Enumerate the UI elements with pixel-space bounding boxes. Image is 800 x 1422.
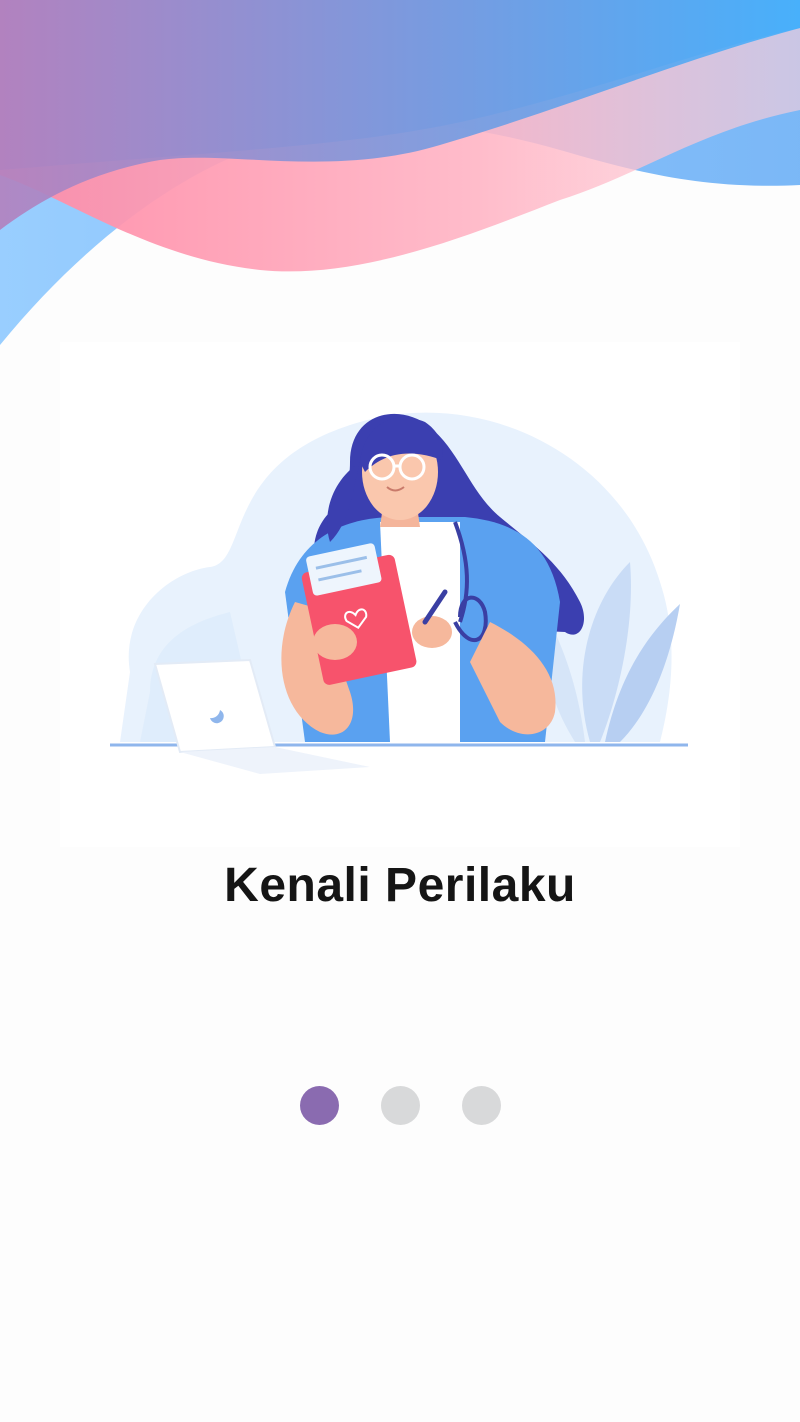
page-dot-2[interactable] — [380, 1086, 420, 1125]
header-wave-decoration — [0, 0, 800, 345]
page-dot-3[interactable] — [461, 1086, 501, 1125]
doctor-with-clipboard-icon — [110, 412, 688, 774]
onboarding-title: Kenali Perilaku — [224, 859, 576, 912]
page-indicator — [0, 1086, 800, 1125]
onboarding-screen: Kenali Perilaku — [0, 0, 800, 1422]
doctor-illustration — [60, 342, 740, 847]
page-dot-1-active[interactable] — [299, 1086, 339, 1125]
